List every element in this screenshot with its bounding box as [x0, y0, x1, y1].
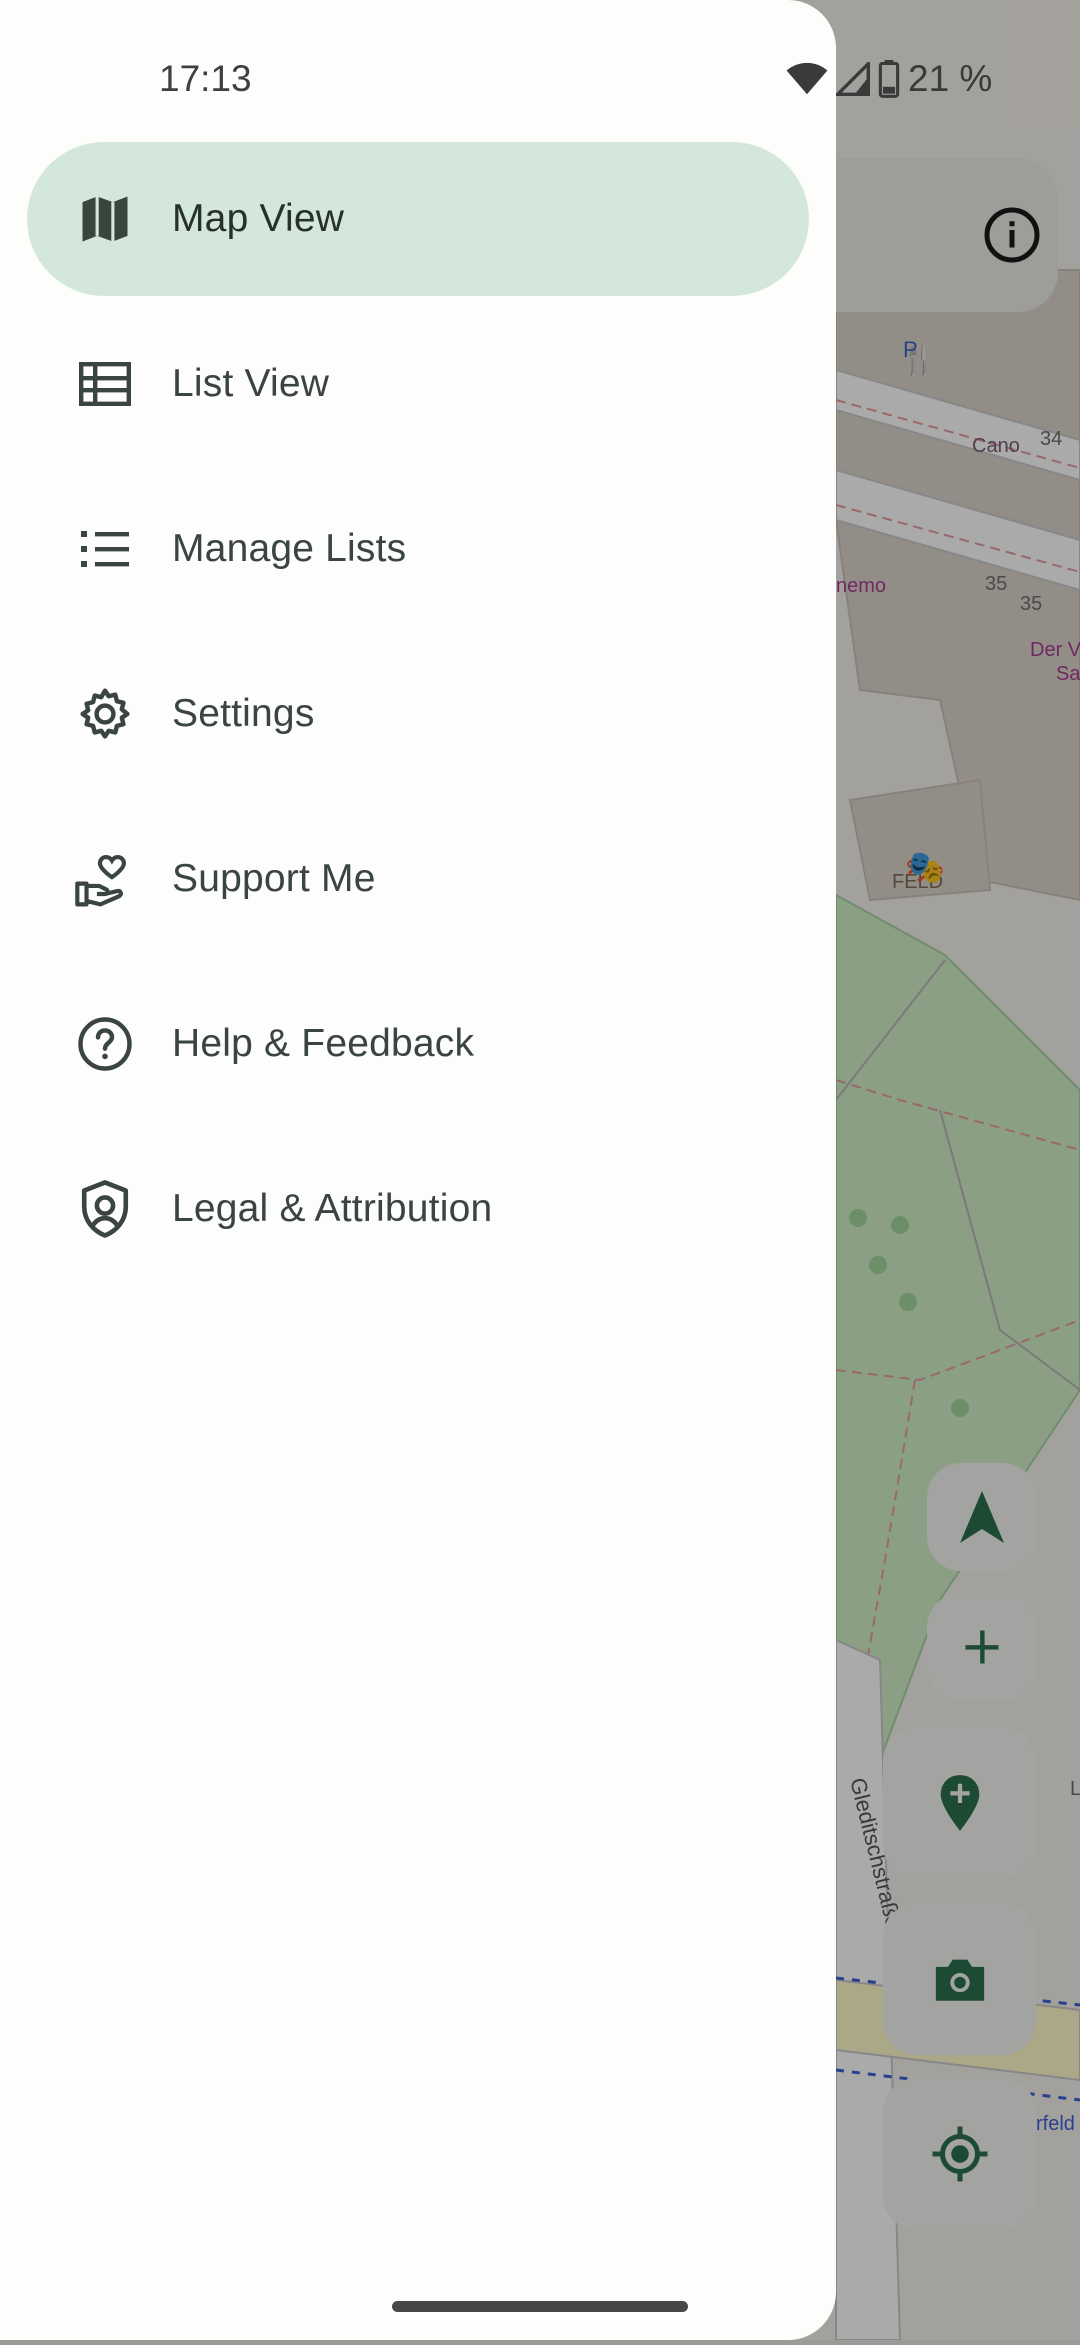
camera-icon — [935, 1959, 984, 2001]
battery-icon — [878, 60, 900, 98]
plus-icon — [965, 1630, 999, 1664]
gear-icon — [75, 684, 135, 744]
hand-heart-icon — [75, 849, 135, 909]
nav-label-support-me: Support Me — [172, 857, 376, 900]
wifi-icon — [786, 62, 828, 95]
my-location-button[interactable] — [883, 2078, 1036, 2230]
list-view-icon — [75, 354, 135, 414]
nav-item-manage-lists[interactable]: Manage Lists — [27, 472, 809, 626]
nav-item-legal-attribution[interactable]: Legal & Attribution — [27, 1132, 809, 1286]
home-indicator[interactable] — [392, 2301, 688, 2312]
navigation-drawer: 17:13 Map View List View Manage Lists Se… — [0, 0, 836, 2340]
nav-label-manage-lists: Manage Lists — [172, 527, 407, 570]
status-icons: 21 % — [786, 58, 992, 100]
nav-label-map-view: Map View — [172, 197, 345, 240]
info-button-card[interactable] — [836, 158, 1058, 312]
nav-label-legal-attribution: Legal & Attribution — [172, 1187, 493, 1230]
nav-item-list-view[interactable]: List View — [27, 307, 809, 461]
shield-icon — [75, 1179, 135, 1239]
add-location-icon — [940, 1775, 979, 1831]
navigation-arrow-icon — [960, 1491, 1004, 1543]
info-icon[interactable] — [982, 205, 1042, 265]
nav-item-settings[interactable]: Settings — [27, 637, 809, 791]
battery-percent: 21 % — [908, 58, 993, 99]
compass-button[interactable] — [927, 1463, 1037, 1571]
nav-label-help-feedback: Help & Feedback — [172, 1022, 475, 1065]
status-time: 17:13 — [159, 58, 252, 99]
nav-label-settings: Settings — [172, 692, 315, 735]
help-icon — [75, 1014, 135, 1074]
map-icon — [75, 189, 135, 249]
nav-item-support-me[interactable]: Support Me — [27, 802, 809, 956]
manage-lists-icon — [75, 519, 135, 579]
nav-label-list-view: List View — [172, 362, 330, 405]
camera-button[interactable] — [883, 1903, 1036, 2055]
nav-item-map-view[interactable]: Map View — [27, 142, 809, 296]
nav-item-help-feedback[interactable]: Help & Feedback — [27, 967, 809, 1121]
crosshair-icon — [932, 2126, 987, 2182]
add-place-button[interactable] — [883, 1727, 1036, 1879]
signal-icon — [836, 62, 870, 96]
zoom-in-button[interactable] — [927, 1593, 1037, 1701]
